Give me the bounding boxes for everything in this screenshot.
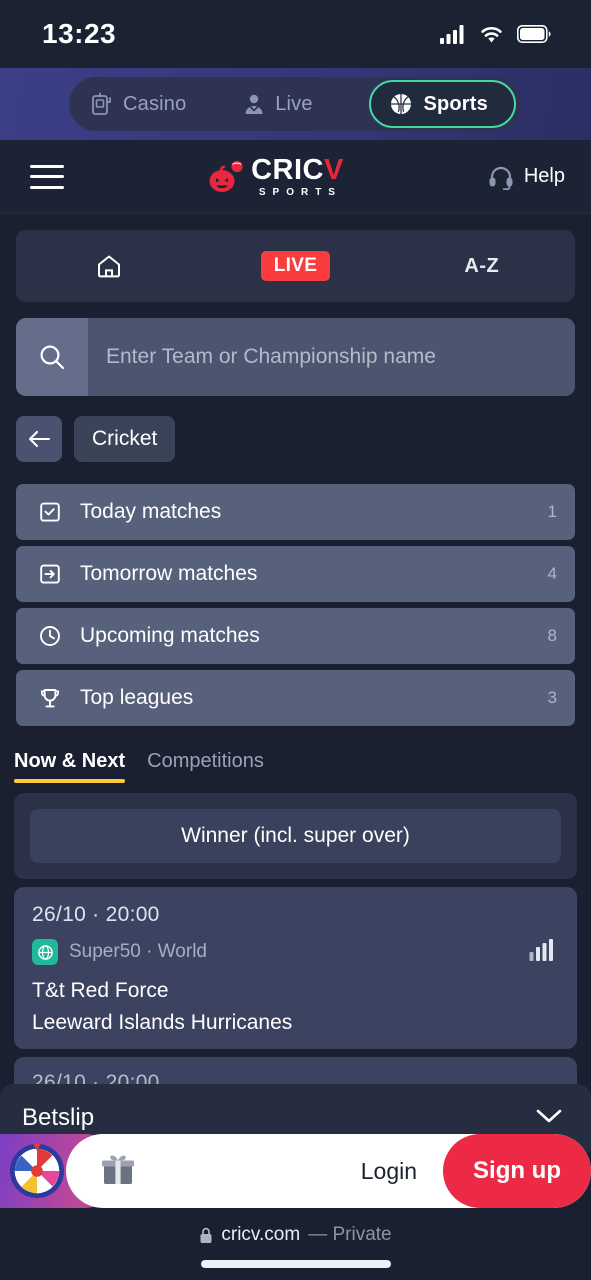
trophy-icon: [38, 686, 72, 710]
url-private-label: — Private: [308, 1224, 392, 1245]
category-label: Today matches: [80, 500, 222, 523]
live-dealer-icon: [245, 94, 263, 114]
category-count: 1: [547, 502, 557, 521]
hamburger-menu-icon[interactable]: [30, 164, 64, 189]
match-datetime: 26/10 · 20:00: [32, 903, 160, 926]
search-input[interactable]: [88, 318, 575, 396]
market-selector[interactable]: Winner (incl. super over): [30, 809, 561, 863]
auth-panel: Login Sign up: [66, 1134, 591, 1208]
category-label: Upcoming matches: [80, 624, 260, 647]
battery-icon: [517, 25, 551, 43]
match-team-home: T&t Red Force: [32, 979, 169, 1002]
signal-bars-icon: [440, 24, 464, 44]
product-nav-sports[interactable]: Sports: [369, 80, 516, 128]
auth-actions: Login Sign up: [335, 1134, 591, 1208]
betslip-label: Betslip: [22, 1104, 95, 1131]
search-button[interactable]: [16, 318, 88, 396]
app-header: CRICV SPORTS Help: [0, 140, 591, 214]
brand-logo[interactable]: CRICV SPORTS: [208, 153, 344, 198]
search-icon: [40, 345, 65, 370]
headset-icon: [489, 166, 513, 190]
product-nav-bar: Casino Live Sports: [0, 68, 591, 140]
auth-bar: Login Sign up: [0, 1134, 591, 1208]
status-icons: [440, 24, 551, 44]
breadcrumb-chip-cricket[interactable]: Cricket: [74, 416, 176, 462]
match-league: Super50 · World: [32, 939, 559, 965]
fortune-wheel-icon: [9, 1143, 65, 1199]
browser-url-bar: cricv.com — Private: [0, 1208, 591, 1280]
product-nav-casino[interactable]: Casino: [91, 92, 186, 116]
brand-logo-sub: SPORTS: [258, 186, 342, 198]
product-nav-pills: Casino Live Sports: [69, 77, 522, 131]
brand-logo-text: CRICV SPORTS: [251, 153, 344, 198]
wifi-icon: [481, 26, 502, 42]
breadcrumb: Cricket: [16, 416, 575, 462]
match-team-away: Leeward Islands Hurricanes: [32, 1011, 293, 1034]
login-button[interactable]: Login: [335, 1158, 443, 1185]
back-button[interactable]: [16, 416, 62, 462]
live-badge: LIVE: [260, 251, 331, 281]
category-row-tomorrow-matches[interactable]: Tomorrow matches 4: [16, 546, 575, 602]
product-nav-sports-label: Sports: [423, 92, 488, 115]
status-time: 13:23: [42, 18, 117, 49]
nav-az-button[interactable]: A-Z: [389, 255, 575, 278]
category-row-top-leagues[interactable]: Top leagues 3: [16, 670, 575, 726]
globe-icon: [32, 939, 58, 965]
az-label: A-Z: [464, 254, 500, 277]
category-count: 3: [547, 688, 557, 707]
category-count: 4: [547, 564, 557, 583]
category-row-upcoming-matches[interactable]: Upcoming matches 8: [16, 608, 575, 664]
category-count: 8: [547, 626, 557, 645]
signup-button[interactable]: Sign up: [443, 1134, 591, 1208]
match-league-name: Super50 · World: [69, 941, 207, 962]
help-label: Help: [523, 165, 565, 187]
content-tabs: Now & Next Competitions: [14, 750, 591, 783]
tab-competitions[interactable]: Competitions: [147, 750, 264, 783]
section-nav-row: LIVE A-Z: [16, 230, 575, 302]
bar-chart-icon[interactable]: [529, 939, 555, 966]
url-host: cricv.com: [221, 1224, 301, 1245]
brand-logo-main: CRICV: [251, 153, 344, 186]
lock-icon: [200, 1227, 212, 1243]
home-icon: [98, 255, 121, 278]
tab-label: Now & Next: [14, 750, 126, 772]
phone-screen: 13:23 Casino Live Sports CRICV SPORTS He…: [0, 0, 591, 1280]
slot-machine-icon: [92, 92, 111, 115]
tab-label: Competitions: [147, 750, 264, 772]
nav-live-button[interactable]: LIVE: [202, 251, 388, 281]
product-nav-live[interactable]: Live: [243, 92, 313, 116]
basketball-icon: [391, 94, 412, 114]
category-row-today-matches[interactable]: Today matches 1: [16, 484, 575, 540]
status-bar: 13:23: [0, 0, 591, 68]
help-button[interactable]: Help: [488, 164, 565, 190]
calendar-arrow-icon: [38, 562, 72, 586]
arrow-left-icon: [28, 430, 51, 448]
market-card: Winner (incl. super over): [14, 793, 577, 879]
search-bar: [16, 318, 575, 396]
url-display[interactable]: cricv.com — Private: [199, 1224, 392, 1246]
category-label: Tomorrow matches: [80, 562, 258, 585]
pumpkin-cricket-ball-icon: [209, 160, 243, 192]
category-list: Today matches 1 Tomorrow matches 4 Upcom…: [16, 484, 575, 726]
category-label: Top leagues: [80, 686, 194, 709]
product-nav-casino-label: Casino: [123, 92, 187, 115]
gift-icon[interactable]: [100, 1152, 136, 1191]
product-nav-live-label: Live: [275, 92, 313, 115]
match-card[interactable]: 26/10 · 20:00 Super50 · World T&t Red Fo…: [14, 887, 577, 1049]
calendar-check-icon: [38, 500, 72, 524]
tab-now-and-next[interactable]: Now & Next: [14, 750, 126, 783]
nav-home-button[interactable]: [16, 252, 202, 280]
chevron-down-icon[interactable]: [535, 1107, 563, 1130]
home-indicator[interactable]: [200, 1260, 391, 1268]
market-title: Winner (incl. super over): [181, 824, 410, 847]
clock-icon: [38, 624, 72, 648]
breadcrumb-chip-label: Cricket: [92, 427, 158, 450]
